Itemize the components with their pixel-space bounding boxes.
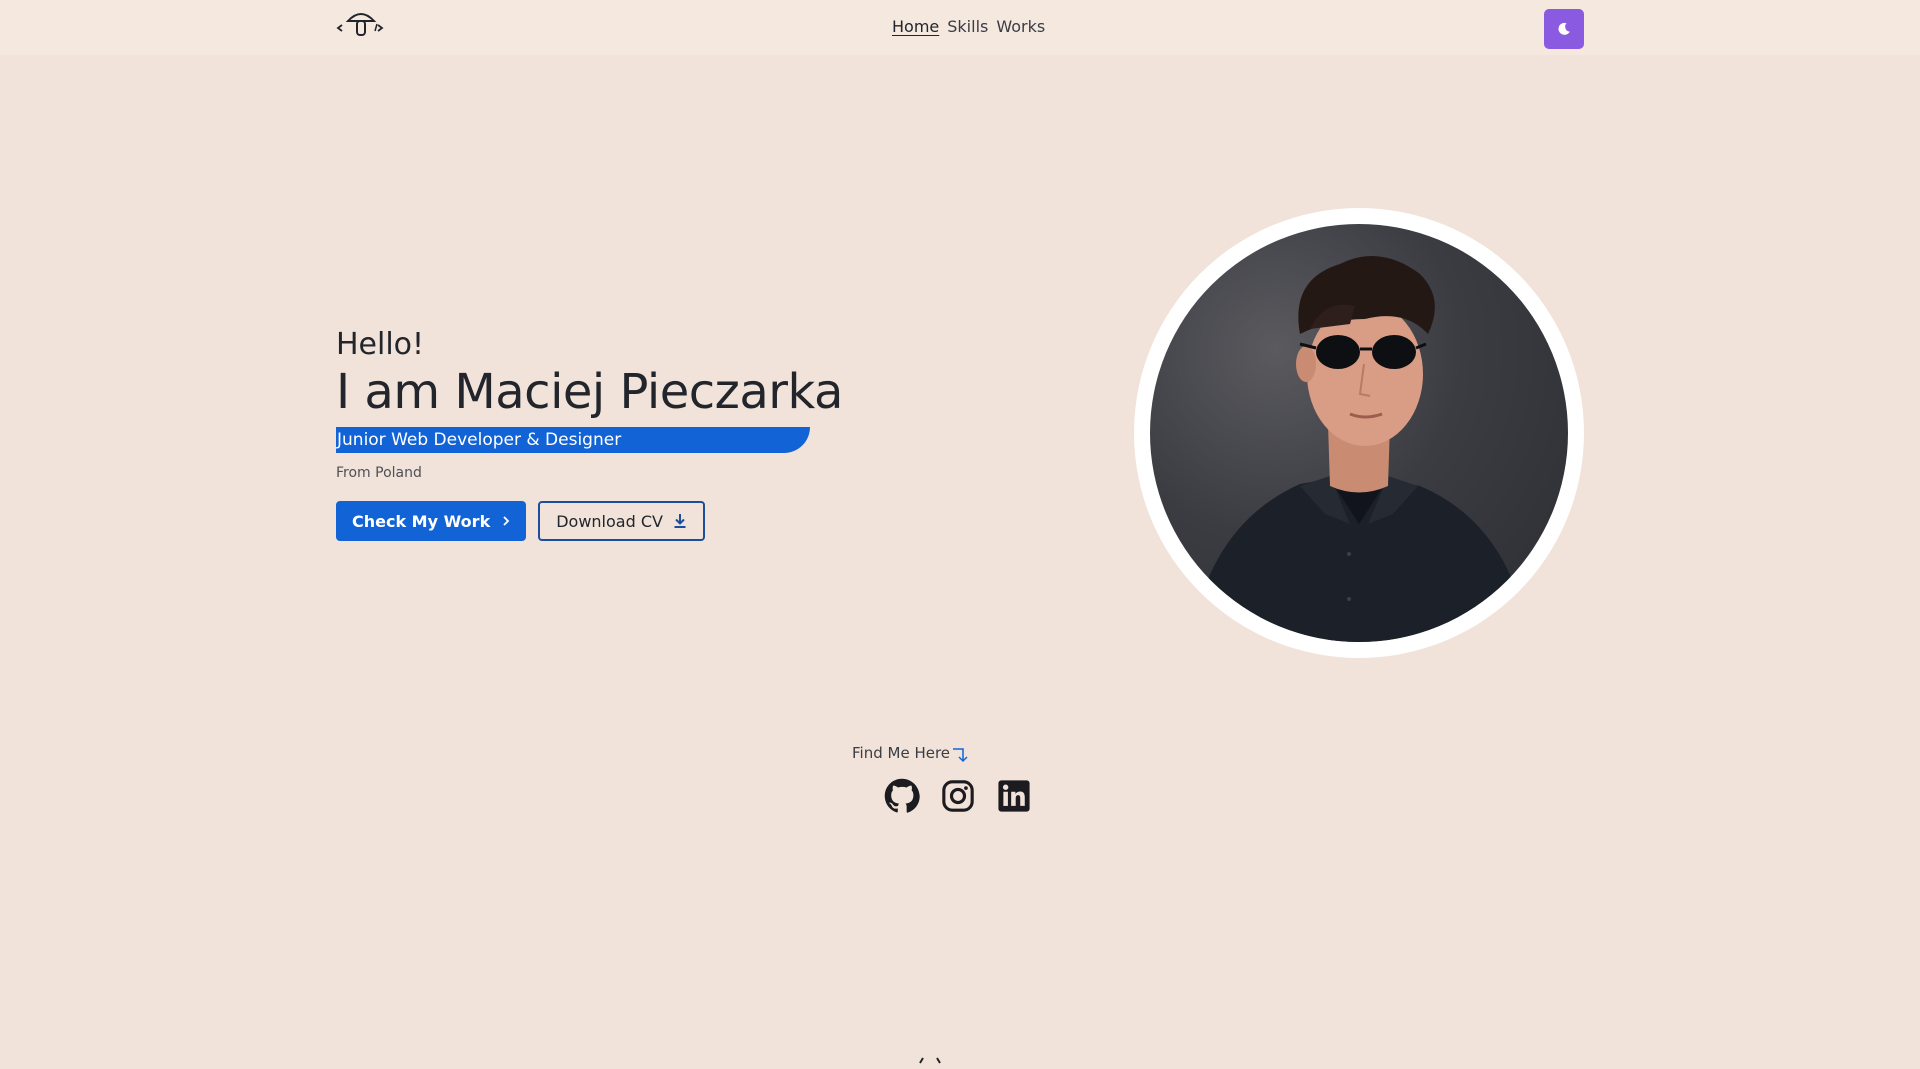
find-me-label: Find Me Here	[852, 744, 951, 762]
linkedin-icon	[998, 780, 1030, 812]
hero-actions: Check My Work Download CV	[336, 501, 856, 541]
theme-toggle-button[interactable]	[1544, 9, 1584, 49]
github-icon	[884, 778, 920, 813]
nav-link-works[interactable]: Works	[996, 17, 1045, 36]
moon-icon	[1558, 22, 1570, 35]
profile-photo-frame	[1134, 208, 1584, 658]
location-text: From Poland	[336, 465, 422, 481]
role-badge: Junior Web Developer & Designer	[336, 427, 810, 453]
instagram-icon	[942, 780, 974, 812]
social-links	[884, 778, 1032, 814]
find-me-heading: Find Me Here	[852, 744, 970, 764]
main-nav: Home Skills Works	[892, 17, 1045, 36]
logo-mushroom-icon[interactable]	[336, 7, 386, 43]
check-my-work-button[interactable]: Check My Work	[336, 501, 527, 541]
download-icon	[674, 514, 686, 528]
nav-link-home[interactable]: Home	[892, 17, 939, 36]
instagram-link[interactable]	[940, 778, 976, 814]
download-cv-button[interactable]: Download CV	[538, 501, 705, 541]
scroll-indicator-icon	[918, 1050, 942, 1064]
nav-link-skills[interactable]: Skills	[947, 17, 988, 36]
download-cv-label: Download CV	[556, 511, 663, 531]
greeting: Hello!	[336, 327, 425, 362]
github-link[interactable]	[884, 778, 920, 814]
check-my-work-label: Check My Work	[352, 511, 491, 531]
navbar: Home Skills Works	[0, 0, 1920, 55]
hero-intro: Hello! I am Maciej Pieczarka Junior Web …	[336, 325, 856, 541]
hero-name: I am Maciej Pieczarka	[336, 364, 843, 420]
chevron-right-icon	[503, 516, 510, 526]
linkedin-link[interactable]	[996, 778, 1032, 814]
profile-photo	[1150, 224, 1568, 642]
arrow-down-icon	[953, 748, 968, 763]
